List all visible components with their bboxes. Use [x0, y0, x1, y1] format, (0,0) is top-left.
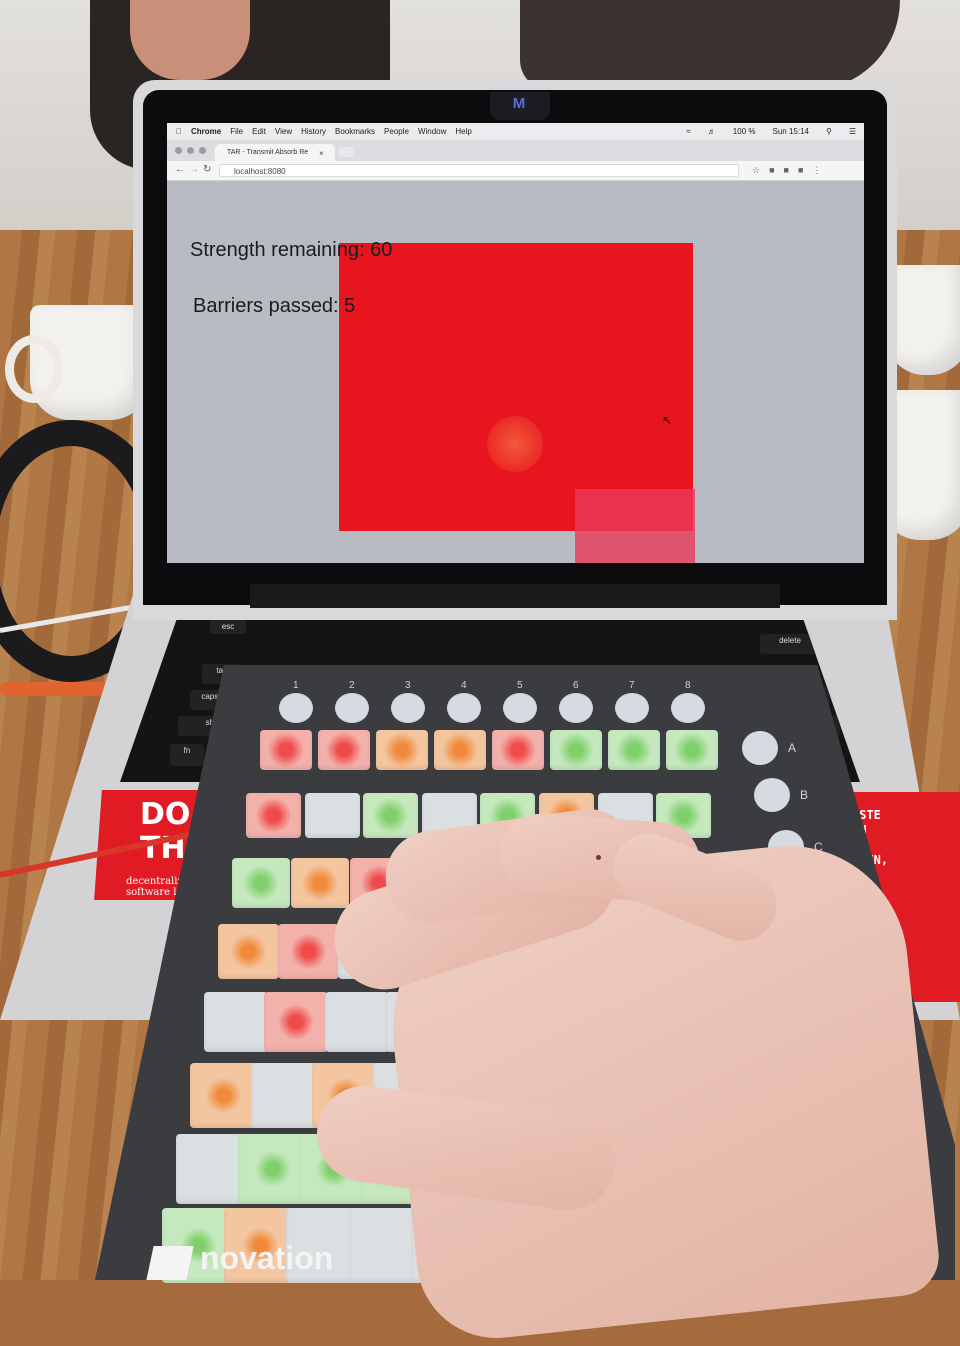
- extension-icons: ☆ ■ ■ ■ ⋮: [752, 165, 821, 176]
- battery-status[interactable]: 100 %: [733, 127, 756, 136]
- launchpad-pad[interactable]: [318, 730, 370, 770]
- launchpad-pad[interactable]: [218, 924, 279, 980]
- launchpad-top-label: 8: [685, 680, 691, 691]
- browser-tab[interactable]: TAR - Transmit Absorb Re: [215, 144, 335, 161]
- launchpad-top-button[interactable]: [615, 693, 649, 723]
- launchpad-top-label: 2: [349, 680, 355, 691]
- barriers-passed-text: Barriers passed: 5: [193, 295, 356, 317]
- launchpad-side-button[interactable]: [742, 731, 778, 765]
- laptop-screen:  Chrome File Edit View History Bookmark…: [167, 123, 864, 563]
- star-icon[interactable]: ☆: [752, 165, 760, 176]
- game-page[interactable]: Strength remaining: 60 Barriers passed: …: [167, 181, 864, 563]
- launchpad-pad[interactable]: [324, 992, 389, 1053]
- menu-window[interactable]: Window: [418, 127, 446, 136]
- menu-help[interactable]: Help: [455, 127, 471, 136]
- cup-handle: [5, 335, 63, 403]
- launchpad-top-button[interactable]: [391, 693, 425, 723]
- launchpad-pad[interactable]: [204, 992, 268, 1053]
- red-barrier: [339, 243, 693, 531]
- search-icon[interactable]: ⚲: [826, 127, 832, 136]
- window-zoom-button[interactable]: [199, 147, 206, 154]
- launchpad-pad[interactable]: [550, 730, 602, 770]
- forward-arrow-icon[interactable]: →: [189, 164, 199, 175]
- clock[interactable]: Sun 15:14: [772, 127, 808, 136]
- menu-file[interactable]: File: [230, 127, 243, 136]
- launchpad-pad[interactable]: [176, 1134, 246, 1205]
- window-close-button[interactable]: [175, 147, 182, 154]
- launchpad-pad[interactable]: [251, 1062, 318, 1128]
- launchpad-pad[interactable]: [190, 1062, 257, 1128]
- launchpad-top-button[interactable]: [447, 693, 481, 723]
- person-background-right: [520, 0, 900, 90]
- launchpad-side-button[interactable]: [754, 778, 790, 812]
- launchpad-top-label: 5: [517, 680, 523, 691]
- extension-icon[interactable]: ■: [798, 165, 803, 176]
- new-tab-button[interactable]: [339, 147, 353, 157]
- novation-logo-icon: [146, 1246, 194, 1280]
- skin-mark: [596, 855, 601, 860]
- launchpad-top-label: 3: [405, 680, 411, 691]
- volume-icon[interactable]: ♬: [708, 127, 716, 136]
- strength-remaining-text: Strength remaining: 60: [190, 239, 393, 261]
- launchpad-pad[interactable]: [608, 730, 660, 770]
- wifi-icon[interactable]: ≈: [686, 127, 690, 136]
- launchpad-pad[interactable]: [666, 730, 718, 770]
- launchpad-top-button[interactable]: [503, 693, 537, 723]
- launchpad-pad[interactable]: [376, 730, 428, 770]
- mouse-cursor-icon: ↖: [662, 413, 673, 427]
- screen-reflection: [575, 489, 695, 563]
- webcam-sticker-icon: M: [512, 95, 526, 112]
- browser-toolbar: ← → ↻ localhost:8080 ☆ ■ ■ ■ ⋮: [167, 161, 864, 181]
- browser-tabstrip: TAR - Transmit Absorb Re ×: [167, 140, 864, 161]
- menu-edit[interactable]: Edit: [252, 127, 266, 136]
- extension-icon[interactable]: ■: [784, 165, 789, 176]
- address-bar[interactable]: localhost:8080: [219, 164, 739, 177]
- key-esc[interactable]: esc: [210, 620, 246, 634]
- back-arrow-icon[interactable]: ←: [175, 164, 185, 175]
- launchpad-pad[interactable]: [492, 730, 544, 770]
- window-minimize-button[interactable]: [187, 147, 194, 154]
- menu-dots-icon[interactable]: ⋮: [812, 165, 821, 176]
- reload-icon[interactable]: ↻: [203, 164, 211, 175]
- launchpad-pad[interactable]: [260, 730, 312, 770]
- menu-view[interactable]: View: [275, 127, 292, 136]
- launchpad-pad[interactable]: [232, 857, 290, 908]
- launchpad-pad[interactable]: [246, 792, 301, 838]
- menu-bookmarks[interactable]: Bookmarks: [335, 127, 375, 136]
- orange-glow: [487, 416, 543, 472]
- launchpad-pad[interactable]: [434, 730, 486, 770]
- menu-history[interactable]: History: [301, 127, 326, 136]
- mac-menubar:  Chrome File Edit View History Bookmark…: [167, 123, 864, 140]
- usb-cable: [0, 682, 110, 696]
- menu-app[interactable]: Chrome: [191, 127, 221, 136]
- list-icon[interactable]: ☰: [849, 127, 856, 136]
- close-icon[interactable]: ×: [319, 149, 324, 158]
- launchpad-top-label: 1: [293, 680, 299, 691]
- brand-logo: novation: [200, 1240, 334, 1276]
- apple-icon[interactable]: : [176, 127, 182, 136]
- launchpad-pad[interactable]: [304, 792, 360, 838]
- person-arm: [130, 0, 250, 80]
- status-area: ≈ ♬ 100 % Sun 15:14 ⚲ ☰: [677, 127, 856, 136]
- launchpad-pad[interactable]: [237, 1134, 308, 1205]
- launchpad-side-label: B: [800, 788, 809, 802]
- launchpad-pad[interactable]: [264, 992, 329, 1053]
- launchpad-side-label: A: [788, 741, 797, 755]
- launchpad-top-label: 6: [573, 680, 579, 691]
- launchpad-top-button[interactable]: [335, 693, 369, 723]
- key-fn[interactable]: fn: [170, 744, 204, 766]
- launchpad-top-button[interactable]: [671, 693, 705, 723]
- menu-people[interactable]: People: [384, 127, 409, 136]
- launchpad-top-button[interactable]: [559, 693, 593, 723]
- launchpad-pad[interactable]: [363, 792, 419, 838]
- laptop-hinge: [250, 584, 780, 608]
- launchpad-top-button[interactable]: [279, 693, 313, 723]
- launchpad-top-label: 7: [629, 680, 635, 691]
- launchpad-top-label: 4: [461, 680, 467, 691]
- launchpad-pad[interactable]: [291, 857, 350, 908]
- extension-icon[interactable]: ■: [769, 165, 774, 176]
- launchpad-pad[interactable]: [277, 924, 339, 980]
